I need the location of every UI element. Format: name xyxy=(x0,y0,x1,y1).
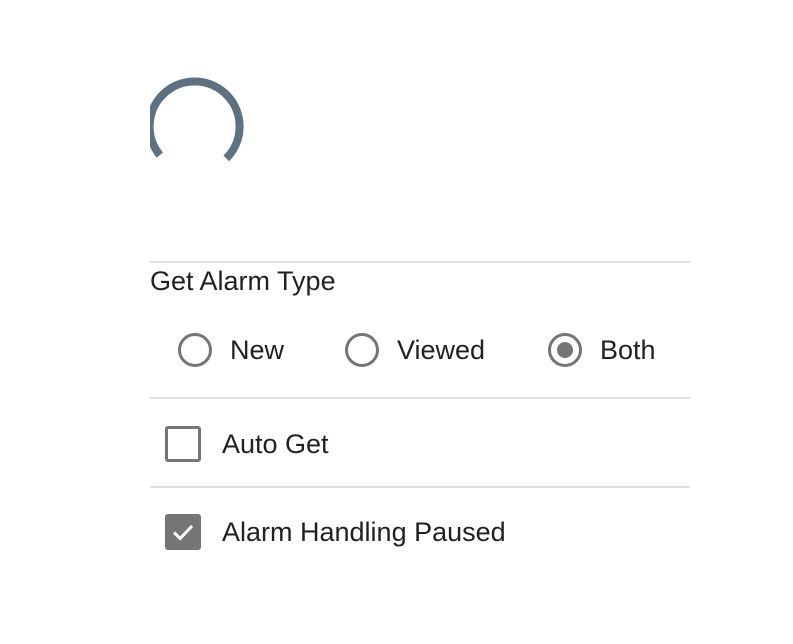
radio-label-viewed: Viewed xyxy=(397,335,486,365)
divider-bottom xyxy=(150,486,690,488)
alarm-handling-paused-option[interactable]: Alarm Handling Paused xyxy=(165,512,506,552)
alarm-handling-paused-label: Alarm Handling Paused xyxy=(222,517,506,547)
auto-get-option[interactable]: Auto Get xyxy=(165,424,329,464)
radio-option-new[interactable]: New xyxy=(178,330,284,370)
alarm-handling-paused-checkbox[interactable] xyxy=(165,514,201,550)
alarm-settings-panel: Get Alarm Type New Viewed Both Auto Get … xyxy=(150,0,690,644)
radio-new-icon[interactable] xyxy=(178,333,212,367)
alarm-type-title: Get Alarm Type xyxy=(150,266,336,296)
check-icon xyxy=(172,524,194,541)
radio-option-both[interactable]: Both xyxy=(548,330,656,370)
radio-label-both: Both xyxy=(600,335,656,365)
radio-both-icon[interactable] xyxy=(548,333,582,367)
divider-middle xyxy=(150,397,690,399)
auto-get-label: Auto Get xyxy=(222,429,329,459)
loading-spinner-icon xyxy=(150,77,244,162)
radio-label-new: New xyxy=(230,335,285,365)
auto-get-checkbox[interactable] xyxy=(165,426,201,462)
radio-viewed-icon[interactable] xyxy=(345,333,379,367)
radio-option-viewed[interactable]: Viewed xyxy=(345,330,485,370)
